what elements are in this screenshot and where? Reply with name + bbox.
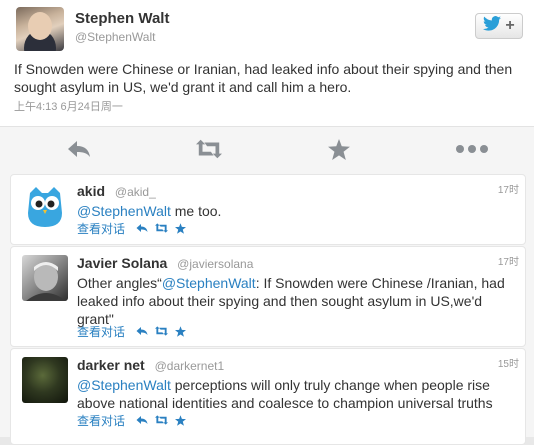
author-handle[interactable]: @StephenWalt (75, 30, 155, 44)
avatar[interactable] (22, 183, 68, 229)
owl-avatar-icon (28, 187, 62, 227)
tweet-actions-bar (0, 126, 534, 172)
avatar[interactable] (22, 357, 68, 403)
follow-button[interactable]: + (475, 13, 523, 39)
reply-footer: 查看对话 (77, 412, 192, 428)
star-icon (328, 138, 350, 160)
retweet-icon[interactable] (154, 324, 168, 338)
main-tweet: Stephen Walt @StephenWalt + If Snowden w… (0, 0, 534, 126)
reply-icon (68, 141, 90, 157)
reply-icon[interactable] (135, 413, 149, 427)
reply-text: Other angles“@StephenWalt: If Snowden we… (77, 275, 505, 327)
reply-time[interactable]: 15时 (498, 355, 519, 370)
person-photo-icon (26, 262, 66, 301)
star-icon[interactable] (173, 413, 187, 427)
reply-author[interactable]: Javier Solana @javiersolana (77, 255, 253, 271)
reply-item: darker net @darkernet1 15时 @StephenWalt … (10, 348, 526, 445)
reply-time[interactable]: 17时 (498, 253, 519, 268)
mention-link[interactable]: @StephenWalt (162, 275, 256, 291)
author-name[interactable]: Stephen Walt (75, 10, 169, 27)
star-icon[interactable] (173, 324, 187, 338)
reply-button[interactable] (66, 136, 92, 162)
reply-icon[interactable] (135, 221, 149, 235)
reply-author-handle[interactable]: @javiersolana (177, 257, 253, 271)
more-button[interactable] (455, 136, 489, 162)
reply-time[interactable]: 17时 (498, 181, 519, 196)
retweet-icon (196, 139, 222, 159)
more-icon (456, 145, 488, 153)
star-icon[interactable] (173, 221, 187, 235)
reply-author[interactable]: darker net @darkernet1 (77, 357, 224, 373)
tweet-text: If Snowden were Chinese or Iranian, had … (14, 61, 513, 95)
reply-icon[interactable] (135, 324, 149, 338)
retweet-button[interactable] (196, 136, 222, 162)
view-conversation-link[interactable]: 查看对话 (77, 412, 125, 429)
reply-item: Javier Solana @javiersolana 17时 Other an… (10, 246, 526, 347)
reply-author[interactable]: akid @akid_ (77, 183, 156, 199)
reply-author-name[interactable]: darker net (77, 357, 145, 373)
replies-list: akid @akid_ 17时 @StephenWalt me too. 查看对… (0, 171, 534, 445)
reply-footer: 查看对话 (77, 220, 192, 236)
reply-text: @StephenWalt perceptions will only truly… (77, 377, 493, 411)
mention-link[interactable]: @StephenWalt (77, 203, 171, 219)
reply-item: akid @akid_ 17时 @StephenWalt me too. 查看对… (10, 174, 526, 245)
reply-text: @StephenWalt me too. (77, 203, 222, 219)
mention-link[interactable]: @StephenWalt (77, 377, 171, 393)
avatar[interactable] (16, 7, 64, 51)
favorite-button[interactable] (326, 136, 352, 162)
retweet-icon[interactable] (154, 221, 168, 235)
tweet-timestamp[interactable]: 上午4:13 6月24日周一 (14, 98, 123, 114)
reply-footer: 查看对话 (77, 323, 192, 339)
view-conversation-link[interactable]: 查看对话 (77, 220, 125, 237)
plus-icon: + (505, 17, 515, 34)
reply-author-handle[interactable]: @akid_ (115, 185, 156, 199)
tweet-card: Stephen Walt @StephenWalt + If Snowden w… (0, 0, 534, 445)
view-conversation-link[interactable]: 查看对话 (77, 323, 125, 340)
reply-author-name[interactable]: Javier Solana (77, 255, 167, 271)
twitter-bird-icon (483, 16, 502, 36)
reply-author-name[interactable]: akid (77, 183, 105, 199)
retweet-icon[interactable] (154, 413, 168, 427)
avatar[interactable] (22, 255, 68, 301)
reply-author-handle[interactable]: @darkernet1 (155, 359, 225, 373)
